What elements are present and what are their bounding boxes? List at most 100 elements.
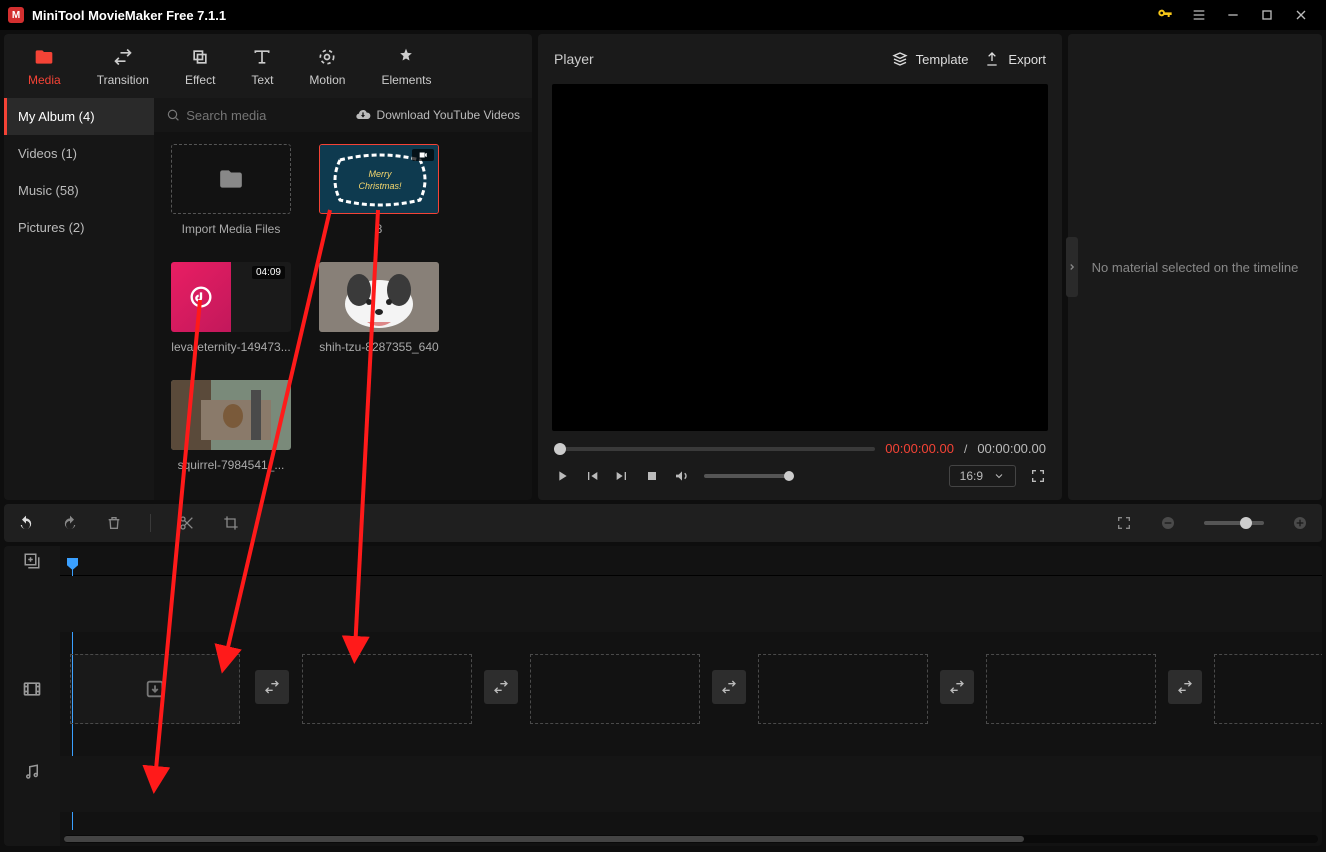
media-item-dog[interactable]: shih-tzu-8287355_640 <box>314 262 444 372</box>
download-youtube-label: Download YouTube Videos <box>377 108 520 122</box>
transition-slot[interactable] <box>712 670 746 704</box>
scrub-handle[interactable] <box>554 443 566 455</box>
zoom-out-icon[interactable] <box>1160 515 1176 531</box>
crop-icon[interactable] <box>223 515 239 531</box>
skip-back-icon[interactable] <box>584 468 600 484</box>
clip-slot[interactable] <box>1214 654 1322 724</box>
app-logo-icon: M <box>8 7 24 23</box>
aspect-select[interactable]: 16:9 <box>949 465 1016 487</box>
media-item-8-label: 8 <box>376 222 383 236</box>
timeline <box>4 546 1322 846</box>
panel-collapse-handle[interactable] <box>1066 237 1078 297</box>
sidebar-item-videos[interactable]: Videos (1) <box>4 135 154 172</box>
chevron-right-icon <box>1067 262 1077 272</box>
volume-slider[interactable] <box>704 474 794 478</box>
svg-text:Merry: Merry <box>369 169 392 179</box>
volume-handle[interactable] <box>784 471 794 481</box>
tab-transition[interactable]: Transition <box>79 34 167 98</box>
zoom-slider[interactable] <box>1204 521 1264 525</box>
player-title: Player <box>554 51 876 67</box>
media-sidebar: My Album (4) Videos (1) Music (58) Pictu… <box>4 98 154 500</box>
sidebar-item-music[interactable]: Music (58) <box>4 172 154 209</box>
media-item-squirrel-label: squirrel-7984541_... <box>178 458 285 472</box>
sidebar-item-pictures[interactable]: Pictures (2) <box>4 209 154 246</box>
media-item-dog-label: shih-tzu-8287355_640 <box>319 340 438 354</box>
clip-slot[interactable] <box>530 654 700 724</box>
audio-track-icon <box>4 732 60 812</box>
scrub-bar[interactable] <box>554 447 875 451</box>
delete-icon[interactable] <box>106 515 122 531</box>
export-button[interactable]: Export <box>984 51 1046 67</box>
minimize-button[interactable] <box>1216 0 1250 30</box>
fit-icon[interactable] <box>1116 515 1132 531</box>
template-icon <box>892 51 908 67</box>
player-panel: Player Template Export 00:00:00.00 / 00:… <box>538 34 1062 500</box>
zoom-handle[interactable] <box>1240 517 1252 529</box>
sidebar-item-myalbum[interactable]: My Album (4) <box>4 98 154 135</box>
template-button[interactable]: Template <box>892 51 969 67</box>
import-media-button[interactable]: Import Media Files <box>166 144 296 254</box>
transition-slot[interactable] <box>940 670 974 704</box>
download-youtube-button[interactable]: Download YouTube Videos <box>355 107 520 123</box>
time-separator: / <box>964 442 967 456</box>
window-title: MiniTool MovieMaker Free 7.1.1 <box>32 8 1148 23</box>
audio-track[interactable] <box>60 756 1322 812</box>
transition-slot[interactable] <box>1168 670 1202 704</box>
timeline-ruler[interactable] <box>60 546 1322 576</box>
undo-icon[interactable] <box>18 515 34 531</box>
main-tabs: Media Transition Effect Text Motion Elem… <box>4 34 532 98</box>
redo-icon[interactable] <box>62 515 78 531</box>
transition-slot[interactable] <box>255 670 289 704</box>
transition-slot[interactable] <box>484 670 518 704</box>
media-header: Download YouTube Videos <box>154 98 532 132</box>
clip-slot[interactable] <box>986 654 1156 724</box>
media-item-8[interactable]: Merry Christmas! 8 <box>314 144 444 254</box>
close-button[interactable] <box>1284 0 1318 30</box>
time-current: 00:00:00.00 <box>885 441 954 456</box>
music-note-icon <box>187 283 215 311</box>
clip-slot[interactable] <box>302 654 472 724</box>
tab-effect-label: Effect <box>185 73 215 87</box>
scrollbar-thumb[interactable] <box>64 836 1024 842</box>
add-track-icon[interactable] <box>4 546 60 576</box>
play-icon[interactable] <box>554 468 570 484</box>
search-input-wrap[interactable] <box>166 107 345 123</box>
clip-slot[interactable] <box>70 654 240 724</box>
tab-text[interactable]: Text <box>233 34 291 98</box>
hamburger-menu-icon[interactable] <box>1182 0 1216 30</box>
aspect-label: 16:9 <box>960 469 983 483</box>
media-thumb-dog <box>319 262 439 332</box>
text-track[interactable] <box>60 576 1322 632</box>
zoom-in-icon[interactable] <box>1292 515 1308 531</box>
tab-elements[interactable]: Elements <box>363 34 449 98</box>
tab-motion[interactable]: Motion <box>291 34 363 98</box>
timeline-toolbar <box>4 504 1322 542</box>
media-item-audio[interactable]: 04:09 leva-eternity-149473... <box>166 262 296 372</box>
media-item-squirrel[interactable]: squirrel-7984541_... <box>166 380 296 490</box>
split-icon[interactable] <box>179 515 195 531</box>
tab-transition-label: Transition <box>97 73 149 87</box>
properties-empty-text: No material selected on the timeline <box>1092 260 1299 275</box>
upgrade-key-icon[interactable] <box>1148 0 1182 30</box>
volume-icon[interactable] <box>674 468 690 484</box>
player-viewport[interactable] <box>552 84 1048 431</box>
skip-forward-icon[interactable] <box>614 468 630 484</box>
download-slot-icon <box>144 678 166 700</box>
video-badge-icon <box>412 149 434 161</box>
window-titlebar: M MiniTool MovieMaker Free 7.1.1 <box>0 0 1326 30</box>
tab-effect[interactable]: Effect <box>167 34 233 98</box>
template-label: Template <box>916 52 969 67</box>
stop-icon[interactable] <box>644 468 660 484</box>
timeline-scrollbar[interactable] <box>64 835 1318 843</box>
tab-text-label: Text <box>251 73 273 87</box>
svg-text:Christmas!: Christmas! <box>358 181 402 191</box>
search-input[interactable] <box>186 108 344 123</box>
video-track[interactable] <box>60 646 1322 732</box>
export-label: Export <box>1008 52 1046 67</box>
video-track-icon <box>4 646 60 732</box>
maximize-button[interactable] <box>1250 0 1284 30</box>
tab-media[interactable]: Media <box>10 34 79 98</box>
clip-slot[interactable] <box>758 654 928 724</box>
import-media-label: Import Media Files <box>182 222 281 236</box>
fullscreen-icon[interactable] <box>1030 468 1046 484</box>
